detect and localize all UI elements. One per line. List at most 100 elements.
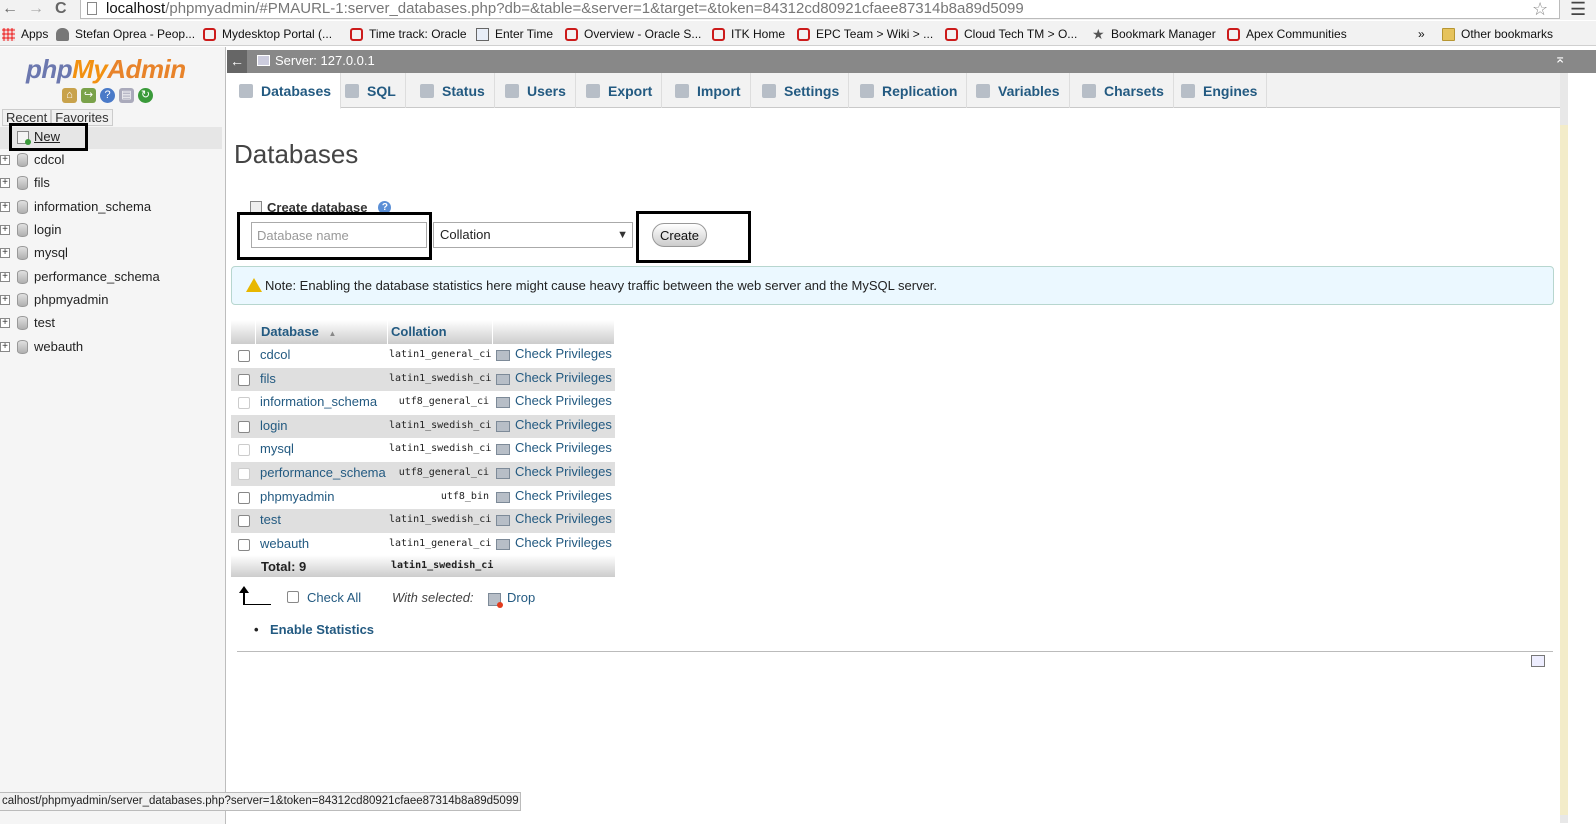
tree-item-database[interactable]: + fils <box>0 173 222 196</box>
bookmark-label: Other bookmarks <box>1461 27 1554 41</box>
tree-item-database[interactable]: + cdcol <box>0 150 222 173</box>
check-privileges-link[interactable]: Check Privileges <box>515 417 612 432</box>
database-link[interactable]: test <box>260 512 281 527</box>
tree-item-database[interactable]: + test <box>0 313 222 336</box>
tree-item-database[interactable]: + phpmyadmin <box>0 290 222 313</box>
tree-item-database[interactable]: + mysql <box>0 243 222 266</box>
bookmark-apex-communities[interactable]: Apex Communities <box>1227 27 1347 41</box>
tab-import[interactable]: Import <box>666 73 751 108</box>
other-bookmarks[interactable]: Other bookmarks <box>1442 27 1553 41</box>
tree-item-database[interactable]: + webauth <box>0 337 222 360</box>
check-privileges-link[interactable]: Check Privileges <box>515 488 612 503</box>
database-link[interactable]: information_schema <box>260 394 377 409</box>
bookmark-apps[interactable]: Apps <box>2 27 48 41</box>
bookmark-manager[interactable]: ★ Bookmark Manager <box>1092 27 1216 42</box>
check-all-checkbox[interactable] <box>287 591 299 603</box>
expand-icon[interactable]: + <box>0 202 10 212</box>
tree-item-database[interactable]: + login <box>0 220 222 243</box>
check-privileges-link[interactable]: Check Privileges <box>515 393 612 408</box>
tab-users[interactable]: Users <box>496 73 576 108</box>
bookmark-overview-oracle[interactable]: Overview - Oracle S... <box>565 27 701 41</box>
phpmyadmin-logo[interactable]: phpMyAdmin <box>26 54 186 85</box>
bookmark-cloud-tech[interactable]: Cloud Tech TM > O... <box>945 27 1077 41</box>
expand-icon[interactable]: + <box>0 248 10 258</box>
table-row: fils latin1_swedish_ci Check Privileges <box>231 367 615 392</box>
table-header-collation[interactable]: Collation <box>388 320 493 344</box>
row-checkbox[interactable] <box>238 515 250 528</box>
forward-icon[interactable]: → <box>28 0 44 18</box>
bookmark-epc-team[interactable]: EPC Team > Wiki > ... <box>797 27 933 41</box>
expand-icon[interactable]: + <box>0 342 10 352</box>
reload-icon[interactable]: C <box>55 0 67 18</box>
tab-engines[interactable]: Engines <box>1172 73 1268 108</box>
expand-icon[interactable]: + <box>0 295 10 305</box>
logout-icon[interactable]: ↪ <box>81 88 96 103</box>
reload-navigation-icon[interactable]: ↻ <box>138 88 153 103</box>
oracle-icon <box>712 27 725 41</box>
row-checkbox[interactable] <box>238 420 250 433</box>
tab-databases[interactable]: Databases <box>230 73 342 109</box>
check-privileges-link[interactable]: Check Privileges <box>515 535 612 550</box>
server-title: Server: 127.0.0.1 <box>275 53 375 68</box>
expand-icon[interactable]: + <box>0 155 10 165</box>
bookmarks-overflow-button[interactable]: » <box>1418 27 1425 41</box>
database-link[interactable]: login <box>260 418 287 433</box>
tab-settings[interactable]: Settings <box>753 73 850 108</box>
row-checkbox[interactable] <box>238 491 250 504</box>
bookmark-time-track[interactable]: Time track: Oracle <box>350 27 467 41</box>
tab-replication[interactable]: Replication <box>851 73 968 108</box>
collation-select[interactable]: Collation ▼ <box>433 222 633 248</box>
database-link[interactable]: mysql <box>260 441 294 456</box>
tree-item-database[interactable]: + performance_schema <box>0 267 222 290</box>
database-icon <box>17 200 28 214</box>
docs-icon[interactable]: ▤ <box>119 88 134 103</box>
bookmark-itk-home[interactable]: ITK Home <box>712 27 785 41</box>
bookmark-star-icon[interactable]: ☆ <box>1532 0 1548 20</box>
scrollbar[interactable] <box>1560 73 1568 823</box>
check-all-label[interactable]: Check All <box>307 590 361 605</box>
row-checkbox[interactable] <box>238 350 250 362</box>
database-link[interactable]: performance_schema <box>260 465 386 480</box>
check-privileges-link[interactable]: Check Privileges <box>515 511 612 526</box>
tab-variables[interactable]: Variables <box>967 73 1070 108</box>
breadcrumb[interactable]: Server: 127.0.0.1 <box>257 53 375 68</box>
expand-icon[interactable]: + <box>0 225 10 235</box>
scrollbar-thumb[interactable] <box>1560 125 1568 815</box>
expand-icon[interactable]: + <box>0 318 10 328</box>
bookmark-label: EPC Team > Wiki > ... <box>816 27 934 41</box>
database-link[interactable]: fils <box>260 371 276 386</box>
bookmark-stefan-oprea[interactable]: Stefan Oprea - Peop... <box>56 27 195 41</box>
drop-button[interactable]: Drop <box>507 590 535 605</box>
console-icon[interactable] <box>1531 655 1545 667</box>
row-checkbox[interactable] <box>238 538 250 551</box>
home-icon[interactable]: ⌂ <box>62 88 77 103</box>
collapse-navigation-button[interactable]: ← <box>227 50 247 73</box>
bookmark-mydesktop-portal[interactable]: Mydesktop Portal (... <box>203 27 332 41</box>
check-privileges-link[interactable]: Check Privileges <box>515 440 612 455</box>
header-label: Database <box>261 324 319 339</box>
database-link[interactable]: webauth <box>260 536 309 551</box>
expand-icon[interactable]: + <box>0 272 10 282</box>
enable-statistics-link[interactable]: Enable Statistics <box>254 622 374 637</box>
tab-charsets[interactable]: Charsets <box>1073 73 1174 108</box>
table-header-database[interactable]: Database ▲ <box>256 320 388 344</box>
tab-export[interactable]: Export <box>577 73 663 108</box>
tab-sql[interactable]: SQL <box>336 73 406 108</box>
check-privileges-link[interactable]: Check Privileges <box>515 370 612 385</box>
tab-label: Databases <box>261 82 332 99</box>
tab-status[interactable]: Status <box>411 73 495 108</box>
check-privileges-link[interactable]: Check Privileges <box>515 346 612 361</box>
database-link[interactable]: phpmyadmin <box>260 489 334 504</box>
check-privileges-link[interactable]: Check Privileges <box>515 464 612 479</box>
database-link[interactable]: cdcol <box>260 347 290 362</box>
back-icon[interactable]: ← <box>2 0 18 18</box>
collapse-icon[interactable]: ⌅ <box>1554 50 1566 67</box>
row-checkbox[interactable] <box>238 373 250 386</box>
bookmark-enter-time[interactable]: Enter Time <box>476 27 553 41</box>
table-row: test latin1_swedish_ci Check Privileges <box>231 509 615 533</box>
help-icon[interactable]: ? <box>100 88 115 103</box>
browser-menu-icon[interactable]: ☰ <box>1570 0 1586 20</box>
tree-item-database[interactable]: + information_schema <box>0 197 222 220</box>
url-text[interactable]: localhost/phpmyadmin/#PMAURL-1:server_da… <box>106 0 1024 18</box>
expand-icon[interactable]: + <box>0 178 10 188</box>
